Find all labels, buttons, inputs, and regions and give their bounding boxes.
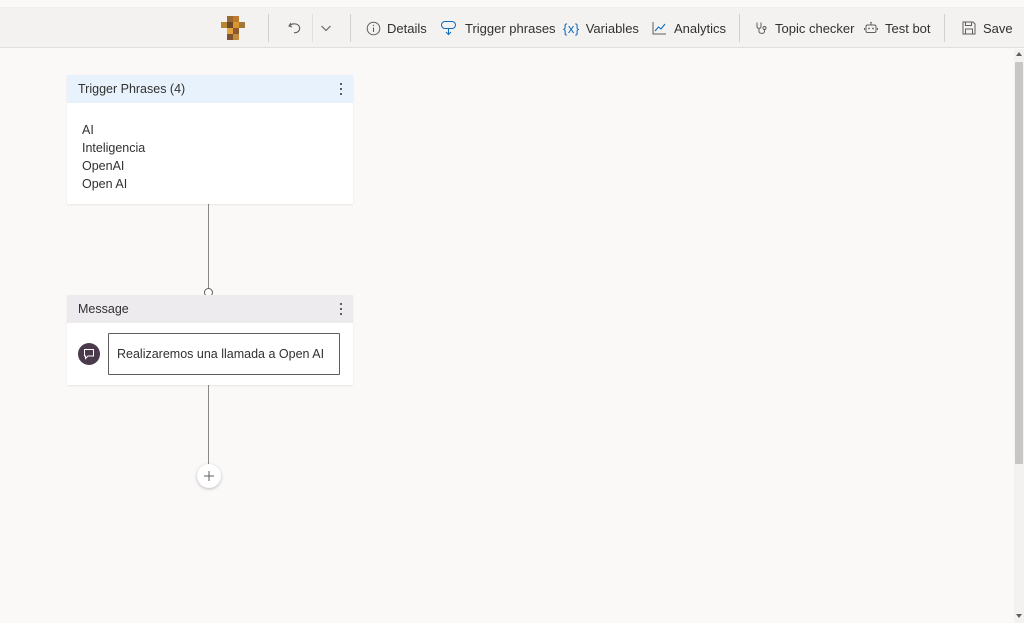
more-options-icon[interactable]	[337, 82, 345, 96]
variables-button[interactable]: {x} Variables	[563, 8, 639, 48]
trigger-icon	[441, 21, 456, 36]
analytics-icon	[652, 22, 666, 35]
scroll-up-arrow-icon[interactable]	[1016, 52, 1022, 56]
toolbar-separator	[944, 14, 945, 42]
trigger-phrase-list: AI Inteligencia OpenAI Open AI	[67, 103, 353, 193]
topic-checker-label: Topic checker	[775, 20, 855, 36]
trigger-phrases-label: Trigger phrases	[465, 20, 556, 36]
connector-line	[208, 204, 209, 289]
test-bot-button[interactable]: Test bot	[864, 8, 931, 48]
undo-button[interactable]	[287, 8, 303, 48]
info-icon	[366, 21, 381, 35]
toolbar-separator	[350, 14, 351, 42]
message-text-box[interactable]: Realizaremos una llamada a Open AI	[108, 333, 340, 375]
trigger-phrase-item: OpenAI	[82, 159, 125, 173]
trigger-phrase-item: Inteligencia	[82, 141, 146, 155]
connector-line	[208, 385, 209, 465]
toolbar: Details Trigger phrases {x} Variables An…	[0, 8, 1024, 48]
trigger-phrase-item: Open AI	[82, 177, 128, 191]
details-label: Details	[387, 20, 427, 36]
variables-icon: {x}	[563, 20, 580, 36]
message-card[interactable]: Message Realizaremos una llamada a Open …	[67, 295, 353, 385]
toolbar-separator	[312, 14, 313, 42]
trigger-phrases-card-title: Trigger Phrases (4)	[78, 82, 186, 96]
toolbar-separator	[739, 14, 740, 42]
chevron-down-icon	[321, 25, 331, 32]
plus-icon	[204, 471, 214, 481]
undo-dropdown-button[interactable]	[320, 8, 332, 48]
undo-icon	[288, 22, 301, 34]
scrollbar-thumb[interactable]	[1015, 62, 1023, 464]
trigger-phrases-card[interactable]: Trigger Phrases (4) AI Inteligencia Open…	[67, 75, 353, 204]
bot-icon	[864, 21, 878, 33]
stethoscope-icon	[756, 22, 767, 34]
test-bot-label: Test bot	[885, 20, 931, 36]
toolbar-separator	[268, 14, 269, 42]
chat-bubble-icon	[78, 343, 100, 365]
message-card-title: Message	[78, 302, 129, 316]
save-icon	[962, 21, 976, 35]
analytics-label: Analytics	[674, 20, 727, 36]
more-options-icon[interactable]	[337, 302, 345, 316]
variables-label: Variables	[585, 20, 639, 36]
add-node-button[interactable]	[197, 464, 221, 488]
topic-checker-button[interactable]: Topic checker	[754, 8, 854, 48]
trigger-phrases-card-header: Trigger Phrases (4)	[67, 75, 353, 103]
details-button[interactable]: Details	[366, 8, 427, 48]
trigger-phrase-item: AI	[82, 123, 94, 137]
message-card-header: Message	[67, 295, 353, 323]
scroll-down-arrow-icon[interactable]	[1016, 614, 1022, 618]
avatar[interactable]	[221, 16, 247, 40]
trigger-phrases-button[interactable]: Trigger phrases	[440, 8, 556, 48]
save-label: Save	[983, 20, 1013, 36]
window-top-strip	[0, 0, 1024, 8]
analytics-button[interactable]: Analytics	[652, 8, 726, 48]
save-button[interactable]: Save	[962, 8, 1013, 48]
